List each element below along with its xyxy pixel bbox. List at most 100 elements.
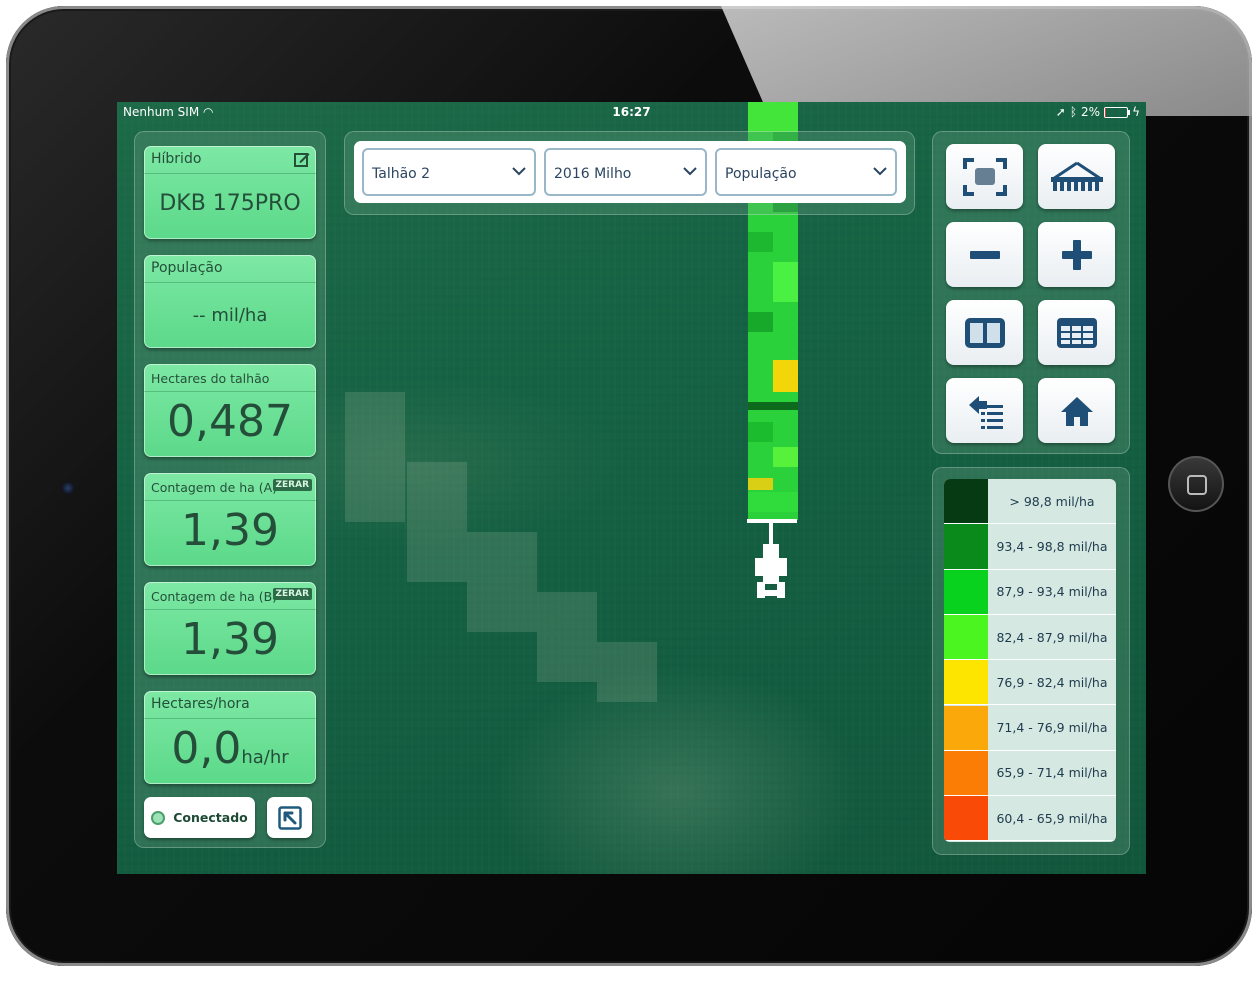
left-info-panel: Híbrido DKB 175PRO População -- mil/ha H…	[134, 131, 326, 848]
card-contagem-a-value: 1,39	[181, 505, 279, 556]
zoom-in-button[interactable]	[1038, 222, 1115, 287]
list-back-button[interactable]	[946, 378, 1023, 443]
legend-row: 82,4 - 87,9 mil/ha	[944, 614, 1116, 661]
card-hectares-hora-unit: ha/hr	[241, 747, 289, 768]
clock: 16:27	[612, 105, 651, 119]
field-select[interactable]: Talhão 2	[362, 148, 536, 196]
chevron-down-icon	[683, 167, 697, 176]
home-hardware-button[interactable]	[1168, 456, 1224, 512]
connection-button[interactable]: Conectado	[144, 797, 255, 838]
field-pattern	[467, 532, 537, 632]
card-contagem-b-value: 1,39	[181, 614, 279, 665]
card-populacao[interactable]: População -- mil/ha	[144, 255, 316, 348]
season-select-value: 2016 Milho	[554, 166, 632, 182]
legend-swatch	[944, 796, 988, 841]
zoom-in-icon	[1061, 239, 1092, 270]
legend-label: > 98,8 mil/ha	[1009, 493, 1095, 509]
legend-label: 71,4 - 76,9 mil/ha	[996, 720, 1108, 736]
frame-glare	[721, 6, 1252, 116]
tractor-icon	[747, 519, 797, 598]
legend-row: > 98,8 mil/ha	[944, 479, 1116, 525]
battery-icon	[1104, 106, 1131, 118]
status-bar: Nenhum SIM ◠ 16:27 ➚ ᛒ 2% ϟ	[117, 102, 1146, 122]
charging-icon: ϟ	[1132, 105, 1140, 119]
card-hectares-talhao-value: 0,487	[167, 396, 293, 447]
field-pattern	[537, 592, 597, 682]
legend-row: 93,4 - 98,8 mil/ha	[944, 524, 1116, 570]
field-select-value: Talhão 2	[372, 166, 431, 182]
card-contagem-b-label: Contagem de ha (B)	[151, 589, 278, 604]
zoom-out-icon	[969, 250, 1000, 259]
legend-row: 60,4 - 65,9 mil/ha	[944, 796, 1116, 842]
card-contagem-b-head: Contagem de ha (B) ZERAR	[144, 582, 316, 610]
zerar-b-button[interactable]: ZERAR	[272, 588, 312, 600]
legend-row: 87,9 - 93,4 mil/ha	[944, 569, 1116, 615]
legend-row: 65,9 - 71,4 mil/ha	[944, 750, 1116, 797]
home-button[interactable]	[1038, 378, 1115, 443]
legend-panel: > 98,8 mil/ha 93,4 - 98,8 mil/ha 87,9 - 93…	[932, 467, 1130, 855]
fit-screen-icon	[962, 157, 1007, 196]
legend-swatch	[944, 614, 988, 660]
status-right: ➚ ᛒ 2% ϟ	[1056, 105, 1140, 119]
card-hibrido-value: DKB 175PRO	[159, 191, 301, 216]
filter-bar-inner: Talhão 2 2016 Milho População	[354, 141, 906, 203]
zerar-a-button[interactable]: ZERAR	[272, 479, 312, 491]
legend-label: 76,9 - 82,4 mil/ha	[996, 674, 1108, 690]
app-screen: Nenhum SIM ◠ 16:27 ➚ ᛒ 2% ϟ Híbrido DKB …	[117, 102, 1146, 874]
chevron-down-icon	[512, 167, 526, 176]
legend-swatch	[944, 479, 988, 524]
fit-screen-button[interactable]	[946, 144, 1023, 209]
split-view-icon	[964, 317, 1005, 348]
card-populacao-value: -- mil/ha	[192, 305, 268, 326]
planter-icon	[1050, 161, 1103, 191]
card-hectares-talhao[interactable]: Hectares do talhão 0,487	[144, 364, 316, 457]
card-hectares-hora-label: Hectares/hora	[144, 691, 316, 719]
layer-select[interactable]: População	[715, 148, 897, 196]
field-pattern	[345, 392, 405, 522]
legend-swatch	[944, 524, 988, 569]
legend-row: 71,4 - 76,9 mil/ha	[944, 705, 1116, 751]
filter-bar: Talhão 2 2016 Milho População	[344, 131, 915, 215]
bluetooth-icon: ᛒ	[1069, 105, 1078, 119]
layer-select-value: População	[725, 166, 797, 182]
population-legend: > 98,8 mil/ha 93,4 - 98,8 mil/ha 87,9 - 93…	[944, 479, 1116, 842]
home-icon	[1060, 396, 1093, 426]
legend-swatch	[944, 569, 988, 614]
zoom-out-button[interactable]	[946, 222, 1023, 287]
field-pattern	[597, 642, 657, 702]
chevron-down-icon	[873, 167, 887, 176]
card-contagem-a-label: Contagem de ha (A)	[151, 480, 278, 495]
card-populacao-label: População	[144, 255, 316, 283]
card-contagem-b[interactable]: Contagem de ha (B) ZERAR 1,39	[144, 582, 316, 675]
planter-button[interactable]	[1038, 144, 1115, 209]
card-hectares-hora-value: 0,0	[171, 723, 242, 774]
legend-swatch	[944, 705, 988, 750]
table-view-button[interactable]	[1038, 300, 1115, 365]
season-select[interactable]: 2016 Milho	[544, 148, 707, 196]
location-icon: ➚	[1055, 105, 1066, 119]
connection-status-icon	[151, 810, 166, 825]
front-camera	[62, 482, 74, 494]
split-view-button[interactable]	[946, 300, 1023, 365]
legend-label: 93,4 - 98,8 mil/ha	[996, 538, 1108, 554]
field-pattern	[407, 462, 467, 582]
tool-panel	[932, 131, 1130, 454]
legend-label: 87,9 - 93,4 mil/ha	[996, 584, 1108, 600]
card-hectares-talhao-label: Hectares do talhão	[144, 364, 316, 392]
battery-percent: 2%	[1081, 105, 1101, 119]
legend-label: 60,4 - 65,9 mil/ha	[996, 810, 1108, 826]
card-hibrido-label: Híbrido	[144, 146, 316, 174]
card-hectares-hora[interactable]: Hectares/hora 0,0ha/hr	[144, 691, 316, 784]
card-contagem-a[interactable]: Contagem de ha (A) ZERAR 1,39	[144, 473, 316, 566]
collapse-panel-button[interactable]	[267, 797, 312, 838]
card-hectares-hora-value-wrap: 0,0ha/hr	[144, 719, 316, 774]
list-back-icon	[968, 395, 1003, 429]
card-hibrido[interactable]: Híbrido DKB 175PRO	[144, 146, 316, 239]
edit-icon[interactable]	[294, 151, 310, 167]
card-contagem-a-head: Contagem de ha (A) ZERAR	[144, 473, 316, 501]
legend-label: 65,9 - 71,4 mil/ha	[996, 765, 1108, 781]
legend-swatch	[944, 750, 988, 796]
table-icon	[1056, 317, 1097, 348]
legend-row: 76,9 - 82,4 mil/ha	[944, 660, 1116, 706]
legend-label: 82,4 - 87,9 mil/ha	[996, 629, 1108, 645]
